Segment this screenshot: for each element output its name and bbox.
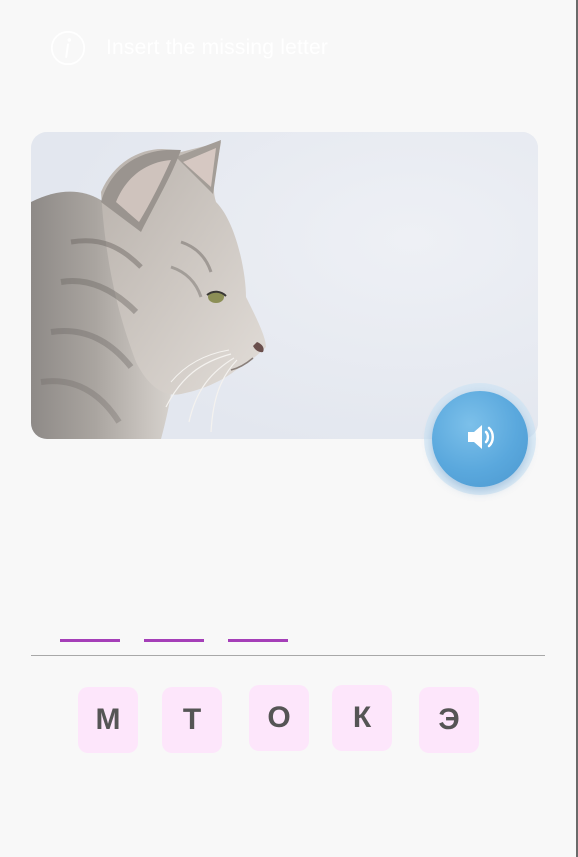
speaker-icon — [463, 420, 497, 459]
answer-slot[interactable] — [228, 639, 288, 642]
letter-tile[interactable]: Э — [419, 687, 479, 753]
letter-tile[interactable]: Т — [162, 687, 222, 753]
answer-slot[interactable] — [144, 639, 204, 642]
app-screen: Insert the missing letter М Т О К Э — [0, 0, 578, 857]
instruction-text: Insert the missing letter — [106, 36, 329, 59]
letter-tile[interactable]: М — [78, 687, 138, 753]
letter-tile[interactable]: О — [249, 685, 309, 751]
header: Insert the missing letter — [50, 28, 328, 68]
divider — [31, 655, 545, 656]
answer-slot[interactable] — [60, 639, 120, 642]
letter-tile[interactable]: К — [332, 685, 392, 751]
answer-slots — [60, 639, 312, 642]
info-icon[interactable] — [50, 30, 86, 66]
play-sound-button[interactable] — [432, 391, 528, 487]
